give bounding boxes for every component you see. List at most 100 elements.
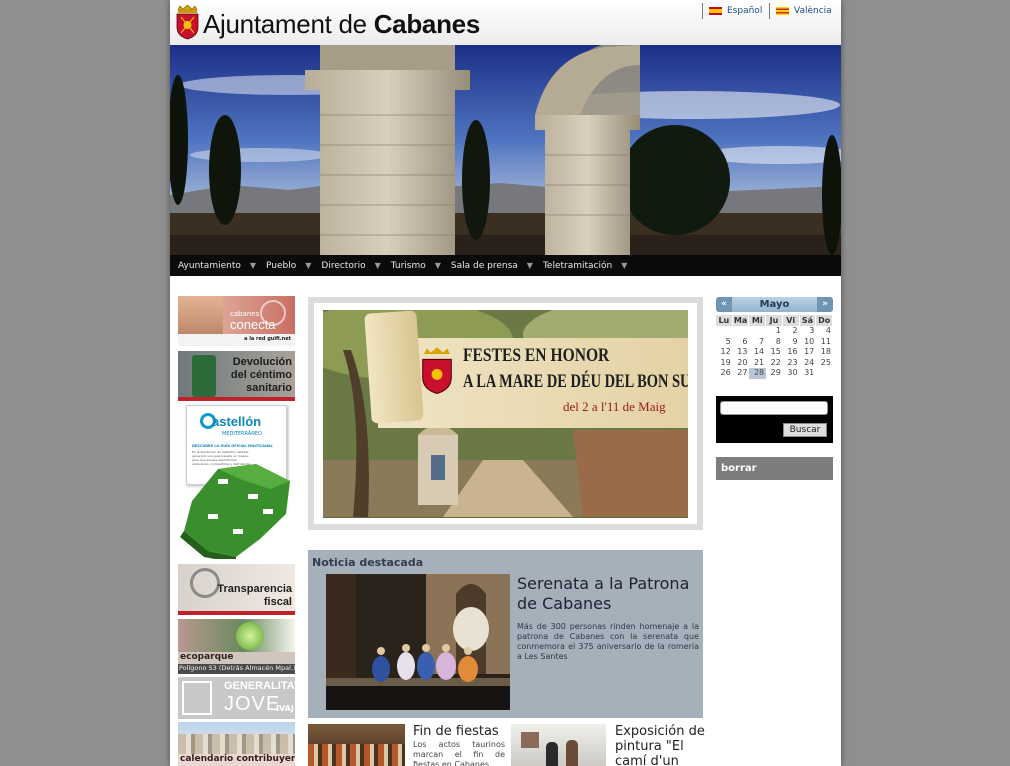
jove-line2: JOVE	[224, 693, 281, 715]
jove-line1: GENERALITAT	[224, 680, 295, 692]
calendar-day[interactable]: 14	[749, 347, 766, 358]
chevron-right-icon: »	[822, 299, 828, 309]
nav-label: Pueblo	[266, 260, 297, 271]
calendar-day[interactable]: 30	[783, 368, 800, 379]
castellon-brand: astellón	[212, 414, 262, 429]
calendar-dow: Sá	[799, 315, 817, 326]
page: Ajuntament de Cabanes Español València A…	[170, 0, 841, 766]
search-button[interactable]: Buscar	[783, 423, 827, 437]
calendar-day[interactable]: 7	[749, 337, 766, 348]
noticia-title[interactable]: Serenata a la Patrona de Cabanes	[517, 574, 699, 614]
nav-item-pueblo[interactable]: Pueblo ▼	[266, 261, 311, 271]
featured-banner-frame: FESTES EN HONOR A LA MARE DE DÉU DEL BON…	[308, 297, 703, 530]
nav-item-ayuntamiento[interactable]: Ayuntamiento ▼	[178, 261, 256, 271]
news-photo-fin-de-fiestas[interactable]	[308, 724, 405, 766]
calendar-day[interactable]: 10	[800, 337, 817, 348]
devolucion-line1: Devolución	[232, 356, 292, 368]
town-photo-image	[178, 734, 295, 756]
calendar-day[interactable]: 24	[800, 358, 817, 369]
nav-item-directorio[interactable]: Directorio ▼	[321, 261, 380, 271]
site-title-bold: Cabanes	[373, 9, 481, 39]
nav-label: Directorio	[321, 260, 366, 271]
transparencia-fiscal-banner[interactable]: Transparencia fiscal	[178, 564, 295, 615]
calendar-day[interactable]: 22	[766, 358, 783, 369]
transparencia-line2: fiscal	[263, 596, 292, 608]
calendar-dow: Ma	[732, 315, 750, 326]
calendar-day[interactable]: 8	[766, 337, 783, 348]
ivaj-logo-icon	[182, 681, 212, 715]
calendar-next-button[interactable]: »	[817, 297, 833, 312]
calendar-dow: Do	[816, 315, 833, 326]
calendar-day[interactable]: 23	[783, 358, 800, 369]
castellon-mediterraneo-banner[interactable]: astellón MEDITERRÁNEO DESCUBRE LA GUÍA O…	[178, 404, 295, 559]
nav-label: Teletramitación	[542, 260, 613, 271]
calendar-month: Mayo	[759, 299, 790, 310]
calendar-day[interactable]: 5	[716, 337, 733, 348]
calendar-day[interactable]: 13	[733, 347, 750, 358]
header: Ajuntament de Cabanes Español València	[170, 0, 841, 45]
coat-of-arms-logo[interactable]	[175, 5, 200, 40]
calendar-day[interactable]: 17	[800, 347, 817, 358]
calendar-day[interactable]: 2	[783, 326, 800, 337]
dropdown-arrow-icon: ▼	[305, 261, 312, 270]
calendar-day[interactable]: 21	[749, 358, 766, 369]
calendar-day[interactable]: 6	[733, 337, 750, 348]
devolucion-line3: sanitario	[246, 382, 292, 394]
calendar-day[interactable]: 9	[783, 337, 800, 348]
site-title-regular: Ajuntament de	[203, 9, 374, 39]
calendar-day[interactable]: 4	[816, 326, 833, 337]
search-input[interactable]	[720, 401, 828, 415]
ecoparque-banner[interactable]: ecoparque Polígono S3 (Detrás Almacén Mp…	[178, 619, 295, 674]
conecta-line3: a la red guifi.net	[244, 336, 291, 342]
calendar-day[interactable]: 29	[766, 368, 783, 379]
calendario-label: calendario contribuyente	[180, 754, 295, 764]
festes-banner[interactable]: FESTES EN HONOR A LA MARE DE DÉU DEL BON…	[323, 310, 688, 518]
calendar-day[interactable]: 19	[716, 358, 733, 369]
nav-item-sala-de-prensa[interactable]: Sala de prensa ▼	[451, 261, 533, 271]
devolucion-centimo-sanitario-banner[interactable]: Devolución del céntimo sanitario	[178, 351, 295, 401]
calendar-day-today[interactable]: 28	[749, 368, 767, 379]
calendar-prev-button[interactable]: «	[716, 297, 732, 312]
calendar-day[interactable]: 26	[716, 368, 733, 379]
calendar-header: « Mayo »	[716, 297, 833, 312]
conecta-line2: conecta	[230, 317, 276, 332]
news-title-fin-de-fiestas[interactable]: Fin de fiestas	[413, 724, 508, 739]
spain-flag-icon	[709, 7, 722, 15]
magnifier-icon	[190, 568, 220, 598]
language-valencia-link[interactable]: València	[769, 3, 832, 19]
search-box: Buscar	[716, 396, 833, 443]
borrar-link[interactable]: borrar	[716, 457, 833, 480]
news-text-fin-de-fiestas: Los actos taurinos marcan el fin de fies…	[413, 740, 505, 766]
cabanes-conecta-banner[interactable]: cabanes conecta a la red guifi.net	[178, 296, 295, 346]
calendar-widget: « Mayo » Lu Ma Mi Ju Vi Sá Do 1 2 3 4 5 6 7 8 9 10 11 12 13…	[716, 297, 833, 379]
calendar-day[interactable]: 25	[816, 358, 833, 369]
dropdown-arrow-icon: ▼	[621, 261, 628, 270]
calendar-day[interactable]: 20	[733, 358, 750, 369]
site-title[interactable]: Ajuntament de Cabanes	[203, 9, 480, 40]
calendar-day[interactable]: 12	[716, 347, 733, 358]
news-photo-exposicion[interactable]	[511, 724, 606, 766]
generalitat-jove-banner[interactable]: GENERALITAT JOVE IVAJ	[178, 677, 295, 719]
nav-item-teletramitacion[interactable]: Teletramitación ▼	[543, 261, 627, 271]
calendar-day[interactable]: 1	[766, 326, 783, 337]
calendario-contribuyente-banner[interactable]: calendario contribuyente	[178, 722, 295, 766]
calendar-day[interactable]: 3	[800, 326, 817, 337]
news-title-exposicion[interactable]: Exposición de pintura "El camí d'un	[615, 724, 707, 766]
language-espanol-link[interactable]: Español	[702, 3, 762, 19]
calendar-day[interactable]: 15	[766, 347, 783, 358]
globe-icon	[236, 622, 264, 650]
castellon-3d-map-image	[180, 464, 290, 559]
calendar-day[interactable]: 11	[816, 337, 833, 348]
nav-item-turismo[interactable]: Turismo ▼	[391, 261, 441, 271]
calendar-day[interactable]: 16	[783, 347, 800, 358]
main-nav: Ayuntamiento ▼ Pueblo ▼ Directorio ▼ Turism…	[170, 255, 841, 276]
festes-title-line1: FESTES EN HONOR	[463, 345, 610, 366]
calendar-day[interactable]: 31	[800, 368, 817, 379]
calendar-day[interactable]: 18	[816, 347, 833, 358]
calendar-dow: Lu	[716, 315, 733, 326]
dropdown-arrow-icon: ▼	[249, 261, 257, 270]
calendar-day[interactable]: 27	[733, 368, 750, 379]
serenata-photo[interactable]	[326, 574, 510, 710]
noticia-text: Más de 300 personas rinden homenaje a la…	[517, 622, 699, 661]
calendar-empty-cell	[716, 326, 733, 337]
